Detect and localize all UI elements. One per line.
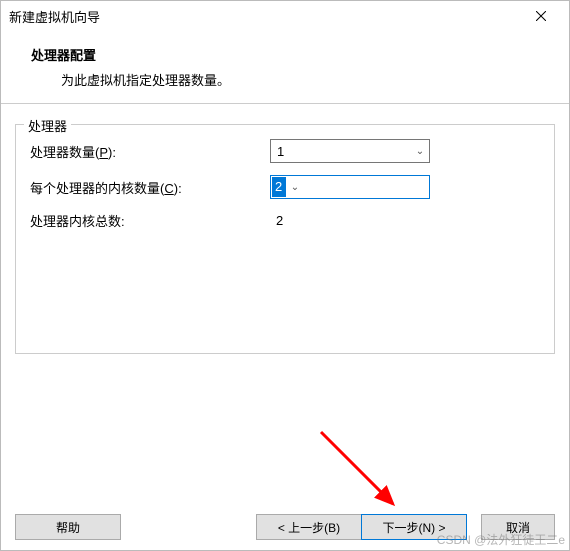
chevron-down-icon: ⌄: [286, 182, 304, 193]
cores-per-processor-row: 每个处理器的内核数量(C): 2 ⌄: [30, 175, 540, 199]
processor-count-combobox[interactable]: 1 ⌄: [270, 139, 430, 163]
page-title: 处理器配置: [31, 45, 551, 64]
wizard-window: 新建虚拟机向导 处理器配置 为此虚拟机指定处理器数量。 处理器 处理器数量(P)…: [0, 0, 570, 551]
total-cores-label: 处理器内核总数:: [30, 211, 270, 230]
close-icon: [536, 11, 546, 21]
cores-per-processor-combobox[interactable]: 2 ⌄: [270, 175, 430, 199]
chevron-down-icon: ⌄: [411, 146, 429, 157]
page-description: 为此虚拟机指定处理器数量。: [61, 70, 551, 89]
window-title: 新建虚拟机向导: [9, 7, 521, 26]
annotation-arrow-icon: [313, 424, 413, 524]
cancel-button[interactable]: 取消: [481, 514, 555, 540]
close-button[interactable]: [521, 1, 561, 31]
help-button[interactable]: 帮助: [15, 514, 121, 540]
wizard-header: 处理器配置 为此虚拟机指定处理器数量。: [1, 31, 569, 103]
processor-count-row: 处理器数量(P): 1 ⌄: [30, 139, 540, 163]
groupbox-title: 处理器: [24, 116, 71, 135]
cores-per-processor-value: 2: [272, 177, 286, 197]
total-cores-row: 处理器内核总数: 2: [30, 211, 540, 230]
titlebar: 新建虚拟机向导: [1, 1, 569, 31]
processor-groupbox: 处理器 处理器数量(P): 1 ⌄ 每个处理器的内核数量(C): 2 ⌄: [15, 124, 555, 354]
cores-per-processor-label: 每个处理器的内核数量(C):: [30, 178, 270, 197]
processor-count-label: 处理器数量(P):: [30, 142, 270, 161]
footer-buttons: 帮助 < 上一步(B) 下一步(N) > 取消: [1, 504, 569, 550]
processor-count-value: 1: [271, 144, 411, 159]
content-area: 处理器 处理器数量(P): 1 ⌄ 每个处理器的内核数量(C): 2 ⌄: [1, 104, 569, 366]
total-cores-value: 2: [270, 213, 283, 228]
